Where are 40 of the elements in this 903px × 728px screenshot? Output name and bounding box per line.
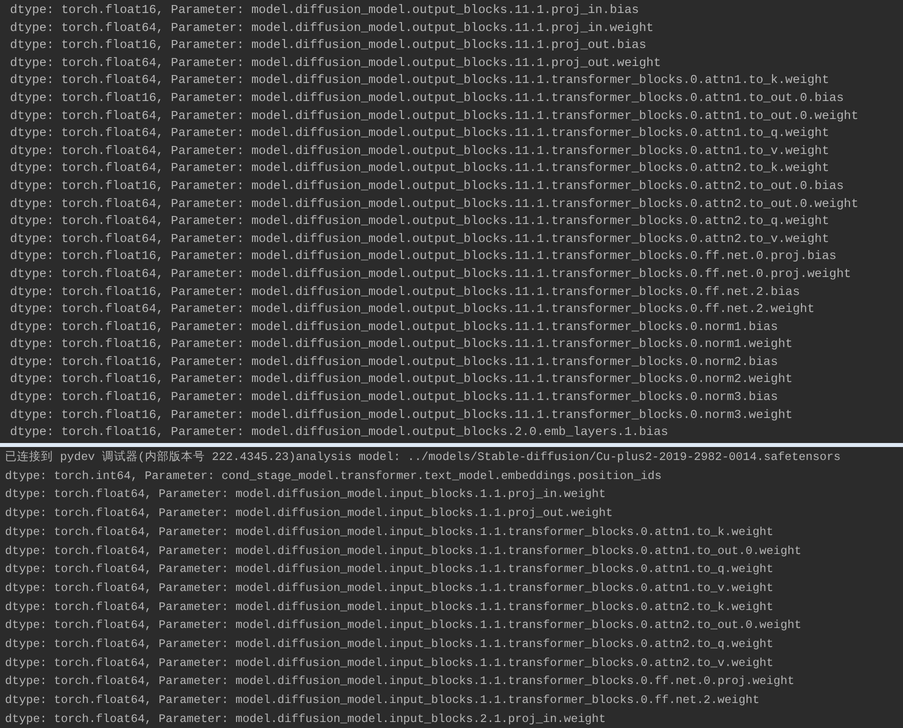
console-line: dtype: torch.float64, Parameter: model.diffusion_model.output_blocks.11.1.transformer_blocks.0.attn1.to_v.weight: [10, 142, 830, 160]
console-line: 已连接到 pydev 调试器(内部版本号 222.4345.23)analysis model: ../models/Stable-diffusion/Cu-plus2-2019-2982-0014.safetensors: [5, 449, 841, 466]
console-line: dtype: torch.float64, Parameter: model.diffusion_model.output_blocks.11.1.proj_out.weight: [10, 54, 661, 72]
console-line: dtype: torch.float16, Parameter: model.diffusion_model.output_blocks.11.1.transformer_blocks.0.norm2.weight: [10, 371, 793, 388]
console-line: dtype: torch.float64, Parameter: model.diffusion_model.output_blocks.11.1.transformer_blocks.0.attn2.to_out.0.weight: [10, 196, 858, 213]
console-line: dtype: torch.float16, Parameter: model.diffusion_model.output_blocks.11.1.transformer_blocks.0.norm2.bias: [10, 354, 778, 371]
console-line: dtype: torch.float16, Parameter: model.diffusion_model.output_blocks.11.1.transformer_blocks.0.norm3.bias: [10, 389, 778, 406]
console-line: dtype: torch.float64, Parameter: model.diffusion_model.input_blocks.1.1.transformer_blocks.0.attn1.to_k.weight: [5, 524, 774, 541]
console-line: dtype: torch.float16, Parameter: model.diffusion_model.output_blocks.11.1.transformer_blocks.0.ff.net.2.bias: [10, 284, 800, 300]
console-line: dtype: torch.float64, Parameter: model.diffusion_model.output_blocks.11.1.transformer_blocks.0.attn1.to_out.0.weight: [10, 108, 858, 125]
console-line: dtype: torch.float16, Parameter: model.diffusion_model.output_blocks.11.1.transformer_blocks.0.norm1.bias: [10, 318, 778, 336]
console-line: dtype: torch.float16, Parameter: model.diffusion_model.output_blocks.11.1.transformer_blocks.0.attn2.to_out.0.bias: [10, 178, 844, 195]
console-line: dtype: torch.float16, Parameter: model.diffusion_model.output_blocks.11.1.proj_out.bias: [10, 37, 646, 54]
console-line: dtype: torch.float16, Parameter: model.diffusion_model.output_blocks.11.1.transformer_blocks.0.norm3.weight: [10, 406, 793, 424]
console-line: dtype: torch.float64, Parameter: model.diffusion_model.input_blocks.1.1.proj_out.weight: [5, 506, 613, 522]
console-line: dtype: torch.int64, Parameter: cond_stage_model.transformer.text_model.embeddings.position_ids: [5, 468, 662, 485]
console-line: dtype: torch.float16, Parameter: model.diffusion_model.output_blocks.11.1.proj_in.bias: [10, 2, 639, 19]
console-line: dtype: torch.float64, Parameter: model.diffusion_model.input_blocks.1.1.transformer_blocks.0.attn1.to_q.weight: [5, 562, 774, 578]
console-line: dtype: torch.float64, Parameter: model.diffusion_model.input_blocks.1.1.transformer_blocks.0.attn2.to_q.weight: [5, 637, 774, 654]
console-line: dtype: torch.float64, Parameter: model.diffusion_model.input_blocks.1.1.transformer_blocks.0.attn2.to_v.weight: [5, 656, 774, 672]
console-line: dtype: torch.float64, Parameter: model.diffusion_model.output_blocks.11.1.proj_in.weight: [10, 20, 654, 37]
console-line: dtype: torch.float64, Parameter: model.diffusion_model.input_blocks.1.1.transformer_blocks.0.ff.net.2.weight: [5, 693, 760, 710]
console-line: dtype: torch.float64, Parameter: model.diffusion_model.input_blocks.1.1.transformer_blocks.0.attn1.to_out.0.weight: [5, 544, 802, 560]
console-line: dtype: torch.float16, Parameter: model.diffusion_model.output_blocks.2.0.emb_layers.1.bias: [10, 424, 668, 442]
console-line: dtype: torch.float64, Parameter: model.diffusion_model.output_blocks.11.1.transformer_blocks.0.attn1.to_q.weight: [10, 125, 830, 142]
console-line: dtype: torch.float64, Parameter: model.diffusion_model.input_blocks.2.1.proj_in.weight: [5, 712, 606, 728]
console-line: dtype: torch.float64, Parameter: model.diffusion_model.output_blocks.11.1.transformer_blocks.0.attn1.to_k.weight: [10, 72, 830, 90]
console-line: dtype: torch.float64, Parameter: model.diffusion_model.output_blocks.11.1.transformer_blocks.0.attn2.to_k.weight: [10, 160, 830, 178]
console-line: dtype: torch.float64, Parameter: model.diffusion_model.input_blocks.1.1.transformer_blocks.0.attn2.to_out.0.weight: [5, 618, 802, 634]
console-line: dtype: torch.float16, Parameter: model.diffusion_model.output_blocks.11.1.transformer_blocks.0.attn1.to_out.0.bias: [10, 90, 844, 107]
console-line: dtype: torch.float64, Parameter: model.diffusion_model.input_blocks.1.1.transformer_blocks.0.attn1.to_v.weight: [5, 580, 774, 597]
console-line: dtype: torch.float64, Parameter: model.diffusion_model.output_blocks.11.1.transformer_blocks.0.attn2.to_q.weight: [10, 213, 830, 230]
console-line: dtype: torch.float64, Parameter: model.diffusion_model.output_blocks.11.1.transformer_blocks.0.attn2.to_v.weight: [10, 230, 830, 248]
console-line: dtype: torch.float64, Parameter: model.diffusion_model.input_blocks.1.1.transformer_blocks.0.ff.net.0.proj.weight: [5, 674, 794, 690]
console-line: dtype: torch.float64, Parameter: model.diffusion_model.output_blocks.11.1.transformer_blocks.0.ff.net.2.weight: [10, 301, 815, 318]
console-line: dtype: torch.float16, Parameter: model.diffusion_model.output_blocks.11.1.transformer_blocks.0.norm1.weight: [10, 336, 793, 354]
console-line: dtype: torch.float64, Parameter: model.diffusion_model.input_blocks.1.1.proj_in.weight: [5, 487, 606, 504]
console-line: dtype: torch.float64, Parameter: model.diffusion_model.output_blocks.11.1.transformer_blocks.0.ff.net.0.proj.weight: [10, 266, 852, 283]
console-line: dtype: torch.float64, Parameter: model.diffusion_model.input_blocks.1.1.transformer_blocks.0.attn2.to_k.weight: [5, 600, 774, 616]
console-line: dtype: torch.float16, Parameter: model.diffusion_model.output_blocks.11.1.transformer_blocks.0.ff.net.0.proj.bias: [10, 248, 836, 266]
